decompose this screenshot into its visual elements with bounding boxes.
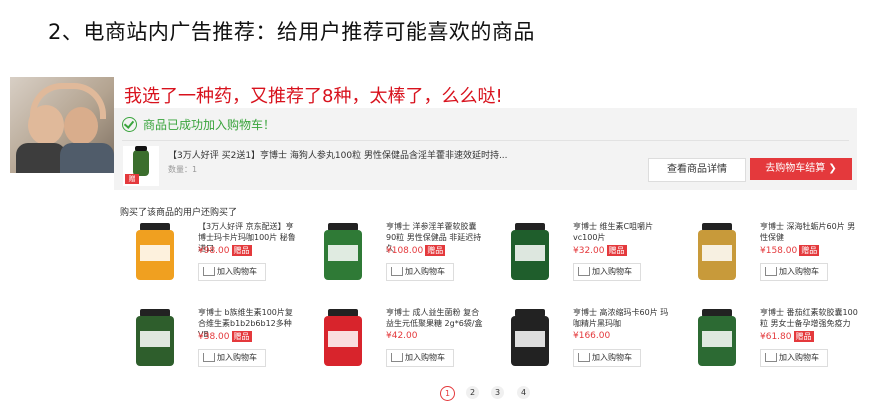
product-image[interactable] [682,305,752,371]
product-name[interactable]: 亨博士 维生素C咀嚼片vc100片 [573,221,673,243]
gift-badge: 赠 [125,174,139,184]
cart-icon [203,353,215,362]
product-price: ¥42.00 [386,331,418,341]
add-to-cart-button[interactable]: 加入购物车 [386,263,454,281]
check-circle-icon [122,117,137,132]
product-card[interactable]: 【3万人好评 京东配送】亨博士玛卡片玛咖100片 秘鲁进口 ¥98.00 赠品 加入购… [120,219,298,303]
add-to-cart-label: 加入购物车 [779,267,819,276]
gift-tag: 赠品 [425,245,446,256]
price-value: ¥42.00 [386,331,418,341]
divider [122,140,849,141]
add-to-cart-button[interactable]: 加入购物车 [573,349,641,367]
cart-icon [391,267,403,276]
price-value: ¥166.00 [573,331,611,341]
product-price: ¥61.80 赠品 [760,331,814,342]
product-price: ¥158.00 赠品 [760,245,820,256]
page-3[interactable]: 3 [491,386,504,399]
product-price: ¥108.00 赠品 [386,245,446,256]
success-message: 商品已成功加入购物车！ [122,116,275,133]
recommend-title: 购买了该商品的用户还购买了 [120,208,238,218]
cart-quantity: 数量：1 [168,165,198,174]
price-value: ¥98.00 [198,246,230,256]
add-to-cart-button[interactable]: 加入购物车 [198,263,266,281]
user-caption: 我选了一种药，又推荐了8种，太棒了，么么哒! [124,86,503,107]
product-card[interactable]: 亨博士 成人益生菌粉 复合益生元低聚果糖 2g*6袋/盒 ¥42.00 加入购物车 [308,305,486,389]
product-image[interactable] [495,305,565,371]
gift-tag: 赠品 [231,245,252,256]
view-detail-button[interactable]: 查看商品详情 [648,158,746,182]
cart-icon [391,353,403,362]
cart-icon [203,267,215,276]
page-2[interactable]: 2 [466,386,479,399]
add-to-cart-label: 加入购物车 [217,353,257,362]
success-text: 商品已成功加入购物车！ [143,118,276,132]
product-name[interactable]: 亨博士 深海牡蛎片60片 男性保健 [760,221,860,243]
add-to-cart-label: 加入购物车 [405,267,445,276]
add-to-cart-label: 加入购物车 [779,353,819,362]
product-name[interactable]: 亨博士 番茄红素软胶囊100粒 男女士备孕增强免疫力 [760,307,860,329]
gift-tag: 赠品 [606,245,627,256]
product-card[interactable]: 亨博士 高浓缩玛卡60片 玛咖精片黑玛咖 ¥166.00 加入购物车 [495,305,673,389]
pagination: 1 2 3 4 [0,386,882,401]
add-to-cart-button[interactable]: 加入购物车 [760,263,828,281]
product-card[interactable]: 亨博士 深海牡蛎片60片 男性保健 ¥158.00 赠品加入购物车 [682,219,860,303]
product-card[interactable]: 亨博士 番茄红素软胶囊100粒 男女士备孕增强免疫力 ¥61.80 赠品加入购物车 [682,305,860,389]
price-value: ¥108.00 [386,246,424,256]
product-image[interactable] [682,219,752,285]
add-to-cart-label: 加入购物车 [592,267,632,276]
product-price: ¥38.00 赠品 [198,331,252,342]
price-value: ¥158.00 [760,246,798,256]
page-title: 2、电商站内广告推荐：给用户推荐可能喜欢的商品 [48,20,535,44]
add-to-cart-label: 加入购物车 [592,353,632,362]
product-image[interactable] [120,219,190,285]
cart-icon [765,353,777,362]
cart-icon [578,267,590,276]
add-to-cart-button[interactable]: 加入购物车 [198,349,266,367]
price-value: ¥38.00 [198,332,230,342]
product-image[interactable] [308,219,378,285]
product-card[interactable]: 亨博士 b族维生素100片复合维生素b1b2b6b12多种VB ¥38.00 赠品加… [120,305,298,389]
cart-icon [765,267,777,276]
cart-icon [578,353,590,362]
cart-product-name[interactable]: 【3万人好评 买2送1】亨博士 海狗人参丸100粒 男性保健品含淫羊藿非速效延时… [168,148,508,161]
page-1[interactable]: 1 [440,386,455,401]
product-image[interactable] [308,305,378,371]
gift-tag: 赠品 [799,245,820,256]
add-to-cart-label: 加入购物车 [217,267,257,276]
product-price: ¥166.00 [573,331,610,341]
product-card[interactable]: 亨博士 洋参淫羊藿软胶囊90粒 男性保健品 非延迟持久 ¥108.00 赠品 加入购物… [308,219,486,303]
cart-product-thumbnail[interactable]: 赠 [123,146,159,186]
add-to-cart-button[interactable]: 加入购物车 [573,263,641,281]
product-name[interactable]: 亨博士 成人益生菌粉 复合益生元低聚果糖 2g*6袋/盒 [386,307,486,329]
product-price: ¥32.00 赠品 [573,245,627,256]
product-name[interactable]: 亨博士 高浓缩玛卡60片 玛咖精片黑玛咖 [573,307,673,329]
product-image[interactable] [120,305,190,371]
add-to-cart-button[interactable]: 加入购物车 [386,349,454,367]
price-value: ¥61.80 [760,332,792,342]
page-4[interactable]: 4 [517,386,530,399]
gift-tag: 赠品 [793,331,814,342]
add-to-cart-button[interactable]: 加入购物车 [760,349,828,367]
product-card[interactable]: 亨博士 维生素C咀嚼片vc100片 ¥32.00 赠品加入购物车 [495,219,673,303]
cart-success-panel: 商品已成功加入购物车！ 赠 【3万人好评 买2送1】亨博士 海狗人参丸100粒 … [114,108,857,190]
gift-tag: 赠品 [231,331,252,342]
product-image[interactable] [495,219,565,285]
add-to-cart-label: 加入购物车 [405,353,445,362]
user-photo [10,77,114,173]
product-price: ¥98.00 赠品 [198,245,252,256]
checkout-button[interactable]: 去购物车结算 ❯ [750,158,852,180]
price-value: ¥32.00 [573,246,605,256]
